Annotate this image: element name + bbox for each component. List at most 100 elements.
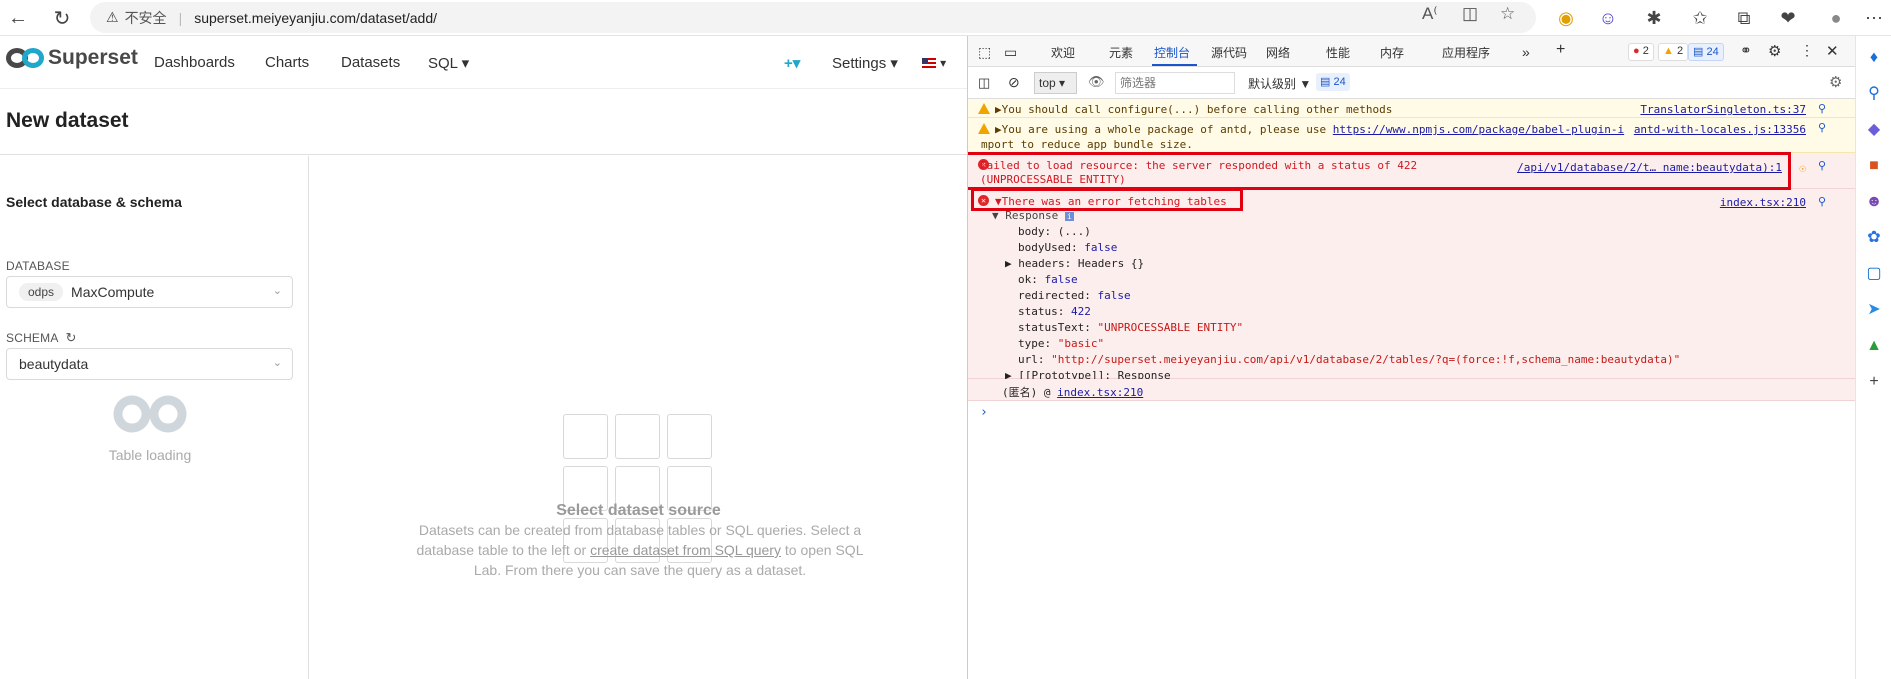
performance-icon[interactable]: ❤ [1774, 4, 1802, 32]
response-prop[interactable]: ▶ headers: Headers {} [1005, 257, 1144, 270]
section-title: Select database & schema [6, 194, 182, 210]
log-level-value: 默认级别 [1248, 77, 1297, 91]
address-bar[interactable]: ⚠ 不安全 | superset.meiyeyanjiu.com/dataset… [90, 2, 1536, 33]
tab-elements[interactable]: 元素 [1109, 44, 1133, 61]
settings-gear-icon[interactable]: ⚙ [1768, 42, 1781, 60]
console-prompt[interactable]: › [980, 405, 988, 420]
warning-count-badge[interactable]: ▲ 2 [1658, 43, 1689, 61]
profile-avatar-icon[interactable]: ● [1822, 4, 1850, 32]
search-icon[interactable]: ⚲ [1818, 121, 1826, 134]
issues-count: 24 [1706, 46, 1719, 58]
prop-value: Headers {} [1077, 257, 1145, 270]
tab-application[interactable]: 应用程序 [1442, 44, 1490, 61]
nav-dashboards[interactable]: Dashboards [154, 54, 235, 71]
console-message-warning[interactable]: ▶You should call configure(...) before c… [968, 99, 1856, 118]
puzzle-icon[interactable]: ✱ [1640, 4, 1668, 32]
split-screen-icon[interactable]: ◫ [1462, 4, 1478, 24]
network-icon[interactable]: ☉ [1799, 162, 1806, 175]
prop-value: "http://superset.meiyeyanjiu.com/api/v1/… [1051, 353, 1681, 366]
refresh-icon[interactable]: ↻ [65, 330, 76, 345]
extension-icon[interactable]: ◉ [1552, 4, 1580, 32]
nav-sql[interactable]: SQL ▾ [428, 54, 469, 72]
warning-triangle-icon [978, 123, 990, 134]
add-app-icon[interactable]: + [1864, 372, 1884, 392]
console-output: ▶You should call configure(...) before c… [968, 99, 1856, 679]
copilot-extension-icon[interactable]: ☺ [1594, 4, 1622, 32]
browser-sidebar: ♦ ⚲ ◆ ■ ☻ ✿ ▢ ➤ ▲ + [1855, 36, 1891, 679]
error-count-badge[interactable]: ● 2 [1628, 43, 1654, 61]
search-icon[interactable]: ⚲ [1818, 195, 1826, 208]
response-prop: url: "http://superset.meiyeyanjiu.com/ap… [1018, 353, 1681, 366]
search-icon[interactable]: ⚲ [1864, 84, 1884, 104]
tab-network[interactable]: 网络 [1266, 44, 1290, 61]
back-icon[interactable]: ← [4, 4, 32, 32]
console-filter-input[interactable] [1115, 72, 1235, 94]
add-new-menu[interactable]: +▾ [784, 54, 800, 72]
connect-icon[interactable]: ⚭ [1740, 42, 1752, 59]
tab-sources[interactable]: 源代码 [1211, 44, 1247, 61]
message-source-link[interactable]: TranslatorSingleton.ts:37 [1640, 103, 1806, 116]
schema-select[interactable]: beautydata ⌄ [6, 348, 293, 380]
console-message-warning[interactable]: ▶You are using a whole package of antd, … [968, 118, 1856, 153]
settings-menu[interactable]: Settings ▾ [832, 54, 898, 72]
database-select[interactable]: odps MaxCompute ⌄ [6, 276, 293, 308]
circle-app-icon[interactable]: ✿ [1864, 228, 1884, 248]
more-menu-icon[interactable]: ⋯ [1860, 4, 1888, 32]
favorites-list-icon[interactable]: ✩ [1686, 4, 1714, 32]
message-text-continued: mport to reduce app bundle size. [981, 138, 1193, 151]
prop-key: url [1018, 353, 1038, 366]
favorite-icon[interactable]: ☆ [1500, 4, 1515, 24]
stack-source-link[interactable]: index.tsx:210 [1057, 386, 1143, 399]
sql-query-link[interactable]: create dataset from SQL query [590, 542, 781, 558]
live-expression-icon[interactable]: 👁 [1088, 74, 1105, 90]
tree-icon[interactable]: ▲ [1864, 336, 1884, 356]
language-menu[interactable]: ▾ [922, 54, 946, 71]
context-value: top [1039, 76, 1056, 90]
clear-console-icon[interactable]: ⊘ [1008, 74, 1020, 91]
search-icon[interactable]: ⚲ [1818, 159, 1826, 172]
toolbar-issues-badge[interactable]: ▤ 24 [1316, 73, 1350, 91]
inspect-icon[interactable]: ⬚ [978, 44, 991, 61]
bell-icon[interactable]: ♦ [1864, 48, 1884, 68]
close-devtools-icon[interactable]: ✕ [1826, 42, 1839, 60]
sidebar-toggle-icon[interactable]: ◫ [978, 75, 990, 91]
prop-key: type [1018, 337, 1045, 350]
nav-charts[interactable]: Charts [265, 54, 309, 71]
table-loading: Table loading [90, 392, 210, 463]
console-settings-icon[interactable]: ⚙ [1829, 73, 1842, 91]
more-tabs-icon[interactable]: » [1522, 44, 1530, 60]
tag-icon[interactable]: ◆ [1864, 120, 1884, 140]
device-emulation-icon[interactable]: ▭ [1004, 44, 1017, 61]
tab-welcome[interactable]: 欢迎 [1051, 44, 1075, 61]
send-icon[interactable]: ➤ [1864, 300, 1884, 320]
prop-value[interactable]: (...) [1058, 225, 1091, 238]
briefcase-icon[interactable]: ■ [1864, 156, 1884, 176]
top-navigation: Superset Dashboards Charts Datasets SQL … [0, 36, 967, 89]
highlight-box-error-fetching [971, 188, 1243, 211]
add-tab-icon[interactable]: + [1556, 41, 1565, 59]
people-icon[interactable]: ☻ [1864, 192, 1884, 212]
log-level-select[interactable]: 默认级别 ▼ [1248, 75, 1311, 92]
message-source-link[interactable]: antd-with-locales.js:13356 [1634, 123, 1806, 136]
tab-performance[interactable]: 性能 [1326, 44, 1350, 61]
console-message-error-expanded[interactable]: ✕ ▼There was an error fetching tables in… [968, 189, 1856, 382]
issues-count-badge[interactable]: ▤ 24 [1688, 43, 1724, 61]
url-text[interactable]: superset.meiyeyanjiu.com/dataset/add/ [194, 10, 437, 26]
outlook-icon[interactable]: ▢ [1864, 264, 1884, 284]
collections-icon[interactable]: ⧉ [1730, 4, 1758, 32]
context-select[interactable]: top ▾ [1034, 72, 1077, 94]
more-options-icon[interactable]: ⋮ [1800, 42, 1814, 59]
tab-memory[interactable]: 内存 [1380, 44, 1404, 61]
brand-name: Superset [48, 46, 138, 69]
read-aloud-icon[interactable]: A⁽ [1422, 4, 1438, 24]
tab-console[interactable]: 控制台 [1154, 44, 1190, 61]
prop-key: body [1018, 225, 1045, 238]
superset-logo[interactable]: Superset [6, 46, 138, 70]
babel-plugin-link[interactable]: https://www.npmjs.com/package/babel-plug… [1333, 123, 1624, 136]
message-source-link[interactable]: index.tsx:210 [1720, 196, 1806, 209]
info-icon: i [1064, 212, 1074, 221]
nav-datasets[interactable]: Datasets [341, 54, 400, 71]
search-icon[interactable]: ⚲ [1818, 102, 1826, 115]
reload-icon[interactable]: ↻ [48, 4, 76, 32]
warning-icon: ⚠ [106, 9, 119, 25]
